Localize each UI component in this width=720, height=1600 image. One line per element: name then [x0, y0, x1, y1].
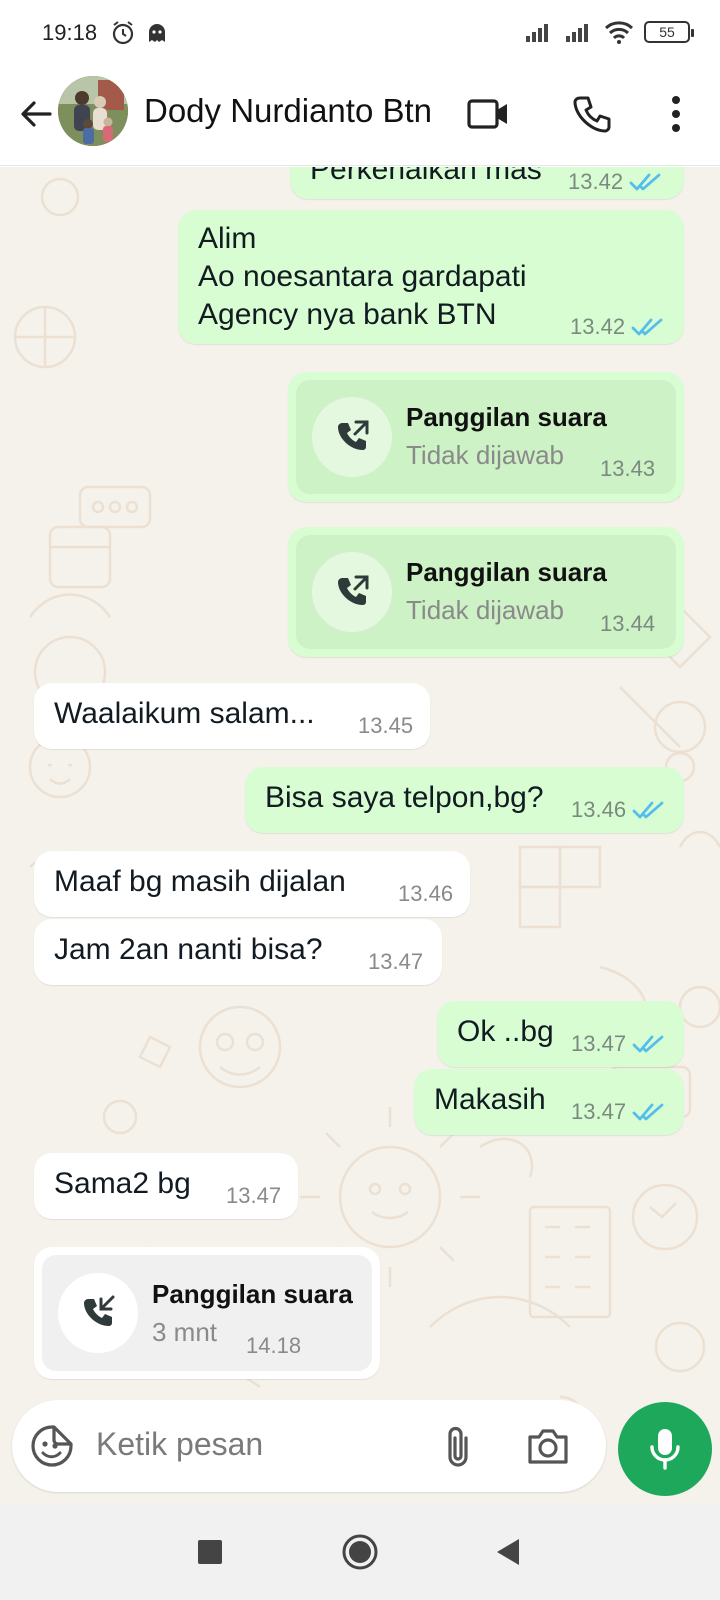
avatar-photo [58, 76, 128, 146]
back-arrow-icon [21, 101, 52, 127]
status-right-icons: 55 [524, 20, 694, 44]
call-title: Panggilan suara [406, 402, 607, 432]
message-bubble-outgoing[interactable]: Alim Ao noesantara gardapati Agency nya … [178, 210, 684, 344]
call-title: Panggilan suara [406, 557, 607, 587]
nav-home-icon [342, 1534, 378, 1570]
camera-icon[interactable] [526, 1426, 570, 1466]
message-meta: 13.47 [571, 1031, 666, 1057]
voice-call-button[interactable] [566, 88, 618, 140]
call-icon-circle [312, 397, 392, 477]
message-text: Makasih [434, 1083, 546, 1116]
phone-icon [573, 96, 611, 133]
status-time: 19:18 [42, 20, 98, 45]
message-text: Sama2 bg [54, 1167, 191, 1200]
nav-recents-icon [198, 1540, 222, 1564]
read-receipt-icon [632, 1035, 664, 1053]
call-bubble-incoming[interactable]: Panggilan suara 3 mnt 14.18 [34, 1247, 380, 1379]
chat-header: Dody Nurdianto Btn [0, 66, 720, 166]
read-receipt-icon [631, 318, 663, 336]
message-time: 13.47 [368, 949, 424, 974]
call-card[interactable]: Panggilan suara Tidak dijawab 13.44 [296, 535, 676, 649]
message-time: 13.47 [226, 1183, 282, 1208]
message-time: 13.42 [570, 314, 626, 339]
nav-home-button[interactable] [340, 1532, 380, 1572]
battery-indicator: 55 [644, 21, 694, 43]
message-time: 13.44 [600, 611, 656, 636]
message-bubble-incoming[interactable]: Jam 2an nanti bisa? 13.47 [34, 919, 442, 985]
status-left-icons [110, 20, 170, 46]
call-duration: 3 mnt [152, 1317, 218, 1347]
message-text: Jam 2an nanti bisa? [54, 933, 323, 966]
message-time: 13.47 [571, 1099, 627, 1124]
signal-icon-2 [566, 24, 588, 42]
message-text: Ok ..bg [457, 1015, 554, 1048]
message-bubble-incoming[interactable]: Maaf bg masih dijalan 13.46 [34, 851, 470, 917]
call-card[interactable]: Panggilan suara Tidak dijawab 13.43 [296, 380, 676, 494]
message-bubble-incoming[interactable]: Waalaikum salam... 13.45 [34, 683, 430, 749]
mic-icon [650, 1429, 680, 1470]
nav-back-icon [497, 1539, 519, 1565]
call-card[interactable]: Panggilan suara 3 mnt 14.18 [42, 1255, 372, 1371]
message-meta: 13.46 [571, 797, 666, 823]
message-time: 13.46 [571, 797, 627, 822]
call-title: Panggilan suara [152, 1279, 353, 1309]
signal-icon [526, 24, 548, 42]
contact-name[interactable]: Dody Nurdianto Btn [144, 92, 432, 130]
message-bubble-outgoing[interactable]: Bisa saya telpon,bg? 13.46 [245, 767, 684, 833]
message-bubble-incoming[interactable]: Sama2 bg 13.47 [34, 1153, 298, 1219]
ghost-app-icon [149, 24, 165, 42]
message-time: 13.43 [600, 456, 656, 481]
outgoing-call-icon [338, 575, 369, 605]
call-icon-circle [312, 552, 392, 632]
nav-back-button[interactable] [488, 1532, 528, 1572]
read-receipt-icon [632, 1103, 664, 1121]
battery-level: 55 [659, 24, 675, 40]
message-meta: 13.47 [571, 1099, 666, 1125]
message-meta: 13.42 [568, 169, 663, 195]
message-bubble-outgoing[interactable]: Perkenalkan mas 13.42 [290, 167, 684, 199]
message-time: 13.47 [571, 1031, 627, 1056]
voice-record-button[interactable] [618, 1402, 712, 1496]
attach-icon[interactable] [440, 1424, 476, 1470]
message-time: 13.46 [398, 881, 454, 906]
alarm-icon [112, 21, 134, 45]
video-call-icon [467, 99, 507, 129]
message-composer[interactable]: Ketik pesan [12, 1400, 606, 1492]
status-bar: 19:18 55 [0, 0, 720, 66]
call-bubble-outgoing[interactable]: Panggilan suara Tidak dijawab 13.43 [288, 372, 684, 502]
call-icon-circle [58, 1273, 138, 1353]
more-vert-icon [672, 96, 680, 132]
more-options-button[interactable] [650, 88, 702, 140]
back-button[interactable] [12, 90, 60, 138]
video-call-button[interactable] [462, 88, 514, 140]
call-status: Tidak dijawab [406, 595, 565, 625]
incoming-call-icon [84, 1295, 115, 1326]
read-receipt-icon [632, 801, 664, 819]
message-bubble-outgoing[interactable]: Makasih 13.47 [414, 1069, 684, 1135]
message-time: 13.42 [568, 169, 624, 194]
message-line: Alim [198, 222, 257, 255]
chat-messages[interactable]: Perkenalkan mas 13.42 Alim Ao noesantara… [0, 167, 720, 1504]
outgoing-call-icon [338, 420, 369, 450]
system-nav-bar [0, 1504, 720, 1600]
sticker-icon[interactable] [30, 1424, 74, 1468]
call-status: Tidak dijawab [406, 440, 565, 470]
read-receipt-icon [629, 173, 661, 191]
message-text: Waalaikum salam... [54, 697, 315, 730]
message-input[interactable]: Ketik pesan [96, 1426, 263, 1463]
nav-recents-button[interactable] [190, 1532, 230, 1572]
message-line: Agency nya bank BTN [198, 298, 497, 331]
message-bubble-outgoing[interactable]: Ok ..bg 13.47 [437, 1001, 684, 1067]
wifi-icon [604, 21, 634, 44]
message-text: Maaf bg masih dijalan [54, 865, 346, 898]
message-meta: 13.42 [570, 314, 665, 340]
message-time: 14.18 [246, 1333, 302, 1358]
message-text: Bisa saya telpon,bg? [265, 781, 544, 814]
message-text: Perkenalkan mas [310, 167, 542, 186]
contact-avatar[interactable] [58, 76, 128, 146]
message-line: Ao noesantara gardapati [198, 260, 527, 293]
message-time: 13.45 [358, 713, 414, 738]
call-bubble-outgoing[interactable]: Panggilan suara Tidak dijawab 13.44 [288, 527, 684, 657]
